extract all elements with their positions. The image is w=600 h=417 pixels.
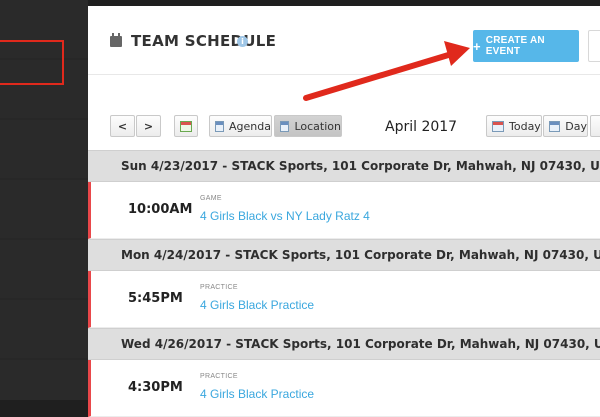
annotation-arrow	[303, 41, 470, 101]
